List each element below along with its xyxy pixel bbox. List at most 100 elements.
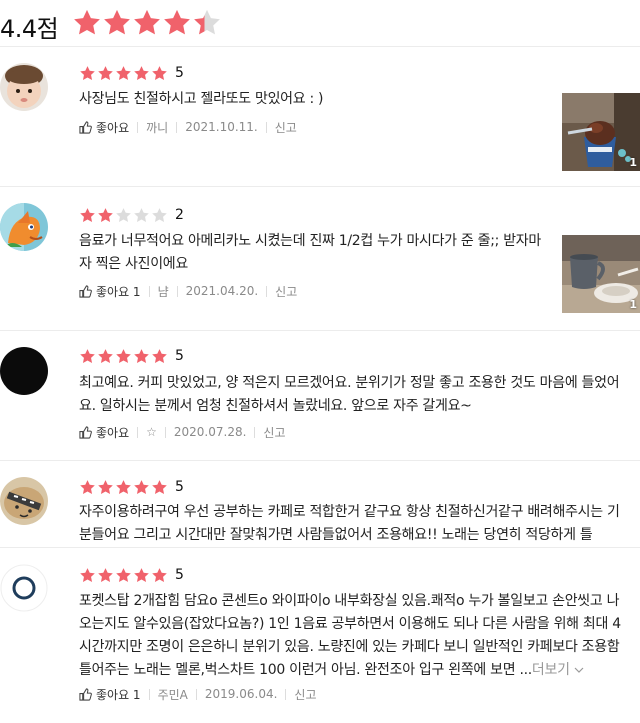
- divider: [176, 285, 178, 297]
- like-label: 좋아요: [96, 120, 130, 135]
- average-stars: [72, 8, 222, 40]
- review-meta: 좋아요 1 냠 2021.04.20. 신고: [79, 283, 297, 299]
- review-rating: 5: [79, 478, 184, 496]
- review-meta: 좋아요 ☆ 2020.07.28. 신고: [79, 424, 286, 440]
- star-icon: [151, 479, 168, 496]
- reviewer-avatar[interactable]: [0, 477, 48, 525]
- report-link[interactable]: 신고: [294, 686, 316, 703]
- star-icon: [151, 65, 168, 82]
- review-item: 5 사장님도 친절하시고 젤라또도 맛있어요 : ) 좋아요 까니 2021.1…: [0, 47, 640, 187]
- report-link[interactable]: 신고: [275, 119, 297, 136]
- review-photo[interactable]: 1: [562, 235, 640, 313]
- reviewer-avatar[interactable]: [0, 347, 48, 395]
- divider: [285, 688, 287, 700]
- like-label: 좋아요 1: [96, 284, 141, 299]
- divider: [137, 121, 139, 133]
- review-rating: 2: [79, 206, 184, 224]
- like-label: 좋아요 1: [96, 687, 141, 702]
- reviewer-avatar[interactable]: [0, 203, 48, 251]
- report-link[interactable]: 신고: [263, 424, 285, 441]
- star-icon: [192, 8, 222, 38]
- star-icon: [97, 65, 114, 82]
- rating-summary: 4.4점: [0, 0, 640, 47]
- review-item: 5 자주이용하려구여 우선 공부하는 카페로 적합한거 같구요 항상 친절하신거…: [0, 461, 640, 548]
- thumbs-up-icon: [79, 120, 92, 134]
- star-icon: [97, 567, 114, 584]
- divider: [254, 426, 256, 438]
- review-item: 5 최고예요. 커피 맛있었고, 양 적은지 모르겠어요. 분위기가 정말 좋고…: [0, 331, 640, 461]
- divider: [176, 121, 178, 133]
- review-rating: 5: [79, 566, 184, 584]
- more-button[interactable]: 더보기: [532, 662, 584, 678]
- rating-value: 2: [175, 207, 184, 223]
- thumbs-up-icon: [79, 425, 92, 439]
- star-icon: [97, 479, 114, 496]
- like-label: 좋아요: [96, 425, 130, 440]
- review-text: 사장님도 친절하시고 젤라또도 맛있어요 : ): [79, 91, 324, 107]
- star-icon: [97, 207, 114, 224]
- star-icon: [151, 207, 168, 224]
- star-icon: [97, 348, 114, 365]
- star-icon: [133, 207, 150, 224]
- star-icon: [79, 207, 96, 224]
- divider: [265, 121, 267, 133]
- star-icon: [133, 479, 150, 496]
- review-date: 2021.04.20.: [185, 284, 259, 298]
- review-text: 음료가 너무적어요 아메리카노 시켰는데 진짜 1/2컵 누가 마시다가 준 줄…: [79, 233, 541, 272]
- star-icon: [115, 567, 132, 584]
- review-author[interactable]: 까니: [146, 119, 168, 136]
- review-rating: 5: [79, 64, 184, 82]
- star-icon: [102, 8, 132, 38]
- review-item: 2 음료가 너무적어요 아메리카노 시켰는데 진짜 1/2컵 누가 마시다가 준…: [0, 187, 640, 331]
- reviewer-avatar[interactable]: [0, 63, 48, 111]
- star-icon: [133, 65, 150, 82]
- divider: [148, 285, 150, 297]
- more-label: 더보기: [531, 662, 570, 678]
- star-icon: [162, 8, 192, 38]
- divider: [137, 426, 139, 438]
- star-icon: [151, 348, 168, 365]
- review-meta: 좋아요 까니 2021.10.11. 신고: [79, 119, 297, 135]
- divider: [164, 426, 166, 438]
- star-icon: [133, 348, 150, 365]
- review-date: 2021.10.11.: [185, 120, 258, 134]
- review-text: 자주이용하려구여 우선 공부하는 카페로 적합한거 같구요 항상 친절하신거같구…: [79, 504, 620, 543]
- divider: [148, 688, 150, 700]
- thumbs-up-icon: [79, 284, 92, 298]
- review-author[interactable]: 냠: [158, 283, 169, 300]
- like-button[interactable]: 좋아요 1: [79, 283, 141, 300]
- review-author[interactable]: ☆: [146, 425, 157, 439]
- star-icon: [79, 479, 96, 496]
- chevron-down-icon: [574, 667, 584, 673]
- review-date: 2020.07.28.: [173, 425, 247, 439]
- like-button[interactable]: 좋아요: [79, 119, 129, 136]
- photo-count: 1: [629, 298, 637, 311]
- rating-value: 5: [175, 567, 184, 583]
- divider: [266, 285, 268, 297]
- report-link[interactable]: 신고: [275, 283, 297, 300]
- star-icon: [79, 65, 96, 82]
- star-icon: [79, 567, 96, 584]
- like-button[interactable]: 좋아요 1: [79, 686, 141, 703]
- review-author[interactable]: 주민A: [158, 686, 188, 703]
- star-icon: [115, 65, 132, 82]
- rating-value: 5: [175, 65, 184, 81]
- thumbs-up-icon: [79, 687, 92, 701]
- star-icon: [132, 8, 162, 38]
- star-icon: [72, 8, 102, 38]
- rating-value: 5: [175, 348, 184, 364]
- star-icon: [115, 348, 132, 365]
- reviewer-avatar[interactable]: [0, 564, 48, 612]
- review-rating: 5: [79, 347, 184, 365]
- review-meta: 좋아요 1 주민A 2019.06.04. 신고: [79, 686, 317, 702]
- star-icon: [115, 479, 132, 496]
- divider: [195, 688, 197, 700]
- review-item: 5 포켓스탑 2개잡힘 담요o 콘센트o 와이파이o 내부화장실 있음.쾌적o …: [0, 548, 640, 723]
- review-photo[interactable]: 1: [562, 93, 640, 171]
- average-score: 4.4점: [0, 15, 59, 43]
- star-icon: [79, 348, 96, 365]
- review-text: 최고예요. 커피 맛있었고, 양 적은지 모르겠어요. 분위기가 정말 좋고 조…: [79, 375, 620, 414]
- like-button[interactable]: 좋아요: [79, 424, 129, 441]
- star-icon: [151, 567, 168, 584]
- review-text: 포켓스탑 2개잡힘 담요o 콘센트o 와이파이o 내부화장실 있음.쾌적o 누가…: [79, 590, 627, 682]
